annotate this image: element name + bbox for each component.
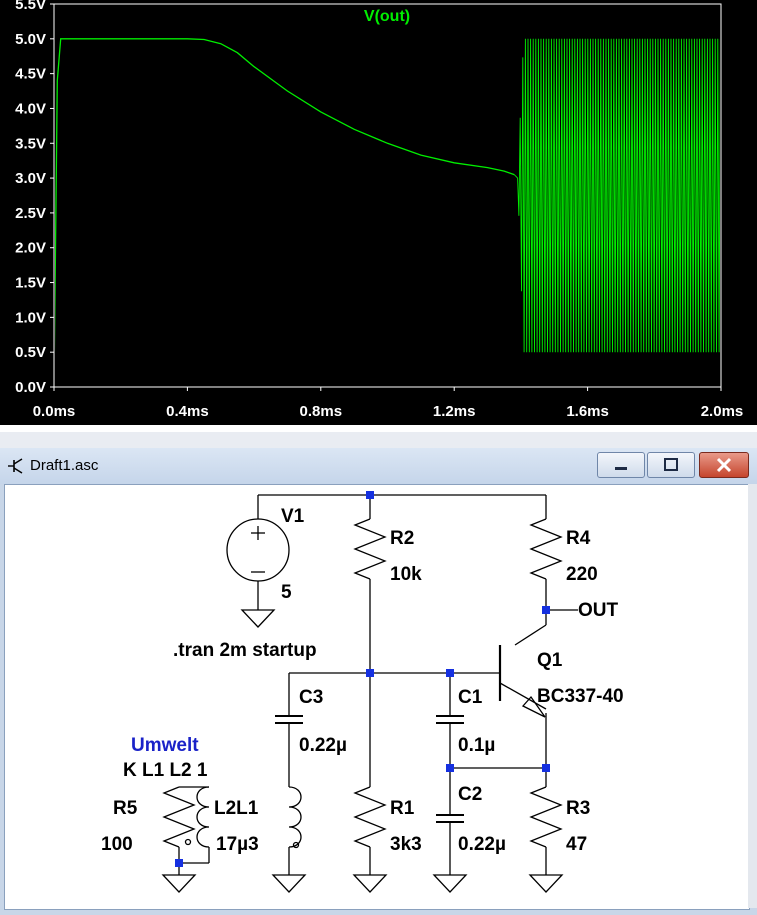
y-tick-label: 4.0V bbox=[15, 100, 46, 117]
y-tick-label: 2.0V bbox=[15, 240, 46, 257]
schematic-canvas[interactable]: V1 5 R2 10k R4 220 OUT .tran 2m startup … bbox=[4, 484, 750, 910]
y-tick-label: 3.0V bbox=[15, 170, 46, 187]
schematic-window: Draft1.asc V1 5 R2 10k R4 220 OUT .tran … bbox=[0, 448, 757, 915]
v1-value[interactable]: 5 bbox=[281, 582, 292, 603]
r1-value[interactable]: 3k3 bbox=[390, 834, 422, 855]
y-tick-label: 5.0V bbox=[15, 31, 46, 48]
x-tick-label: 1.2ms bbox=[433, 403, 476, 420]
inductor-l2[interactable] bbox=[184, 786, 210, 863]
c2-name[interactable]: C2 bbox=[458, 784, 482, 805]
resistor-r1[interactable] bbox=[352, 673, 388, 893]
out-net-label[interactable]: OUT bbox=[578, 600, 619, 621]
x-tick-label: 1.6ms bbox=[566, 403, 609, 420]
r5-name[interactable]: R5 bbox=[113, 798, 138, 819]
c3-name[interactable]: C3 bbox=[299, 687, 323, 708]
schematic-drawing[interactable]: V1 5 R2 10k R4 220 OUT .tran 2m startup … bbox=[5, 485, 749, 909]
x-tick-label: 0.4ms bbox=[166, 403, 209, 420]
v1-name[interactable]: V1 bbox=[281, 506, 305, 527]
umwelt-label[interactable]: Umwelt bbox=[131, 735, 199, 756]
y-tick-label: 3.5V bbox=[15, 135, 46, 152]
maximize-button[interactable] bbox=[647, 452, 695, 478]
c1-name[interactable]: C1 bbox=[458, 687, 483, 708]
r4-name[interactable]: R4 bbox=[566, 528, 591, 549]
tran-directive[interactable]: .tran 2m startup bbox=[173, 640, 317, 661]
q1-value[interactable]: BC337-40 bbox=[537, 686, 624, 707]
c3-value[interactable]: 0.22µ bbox=[299, 735, 347, 756]
r4-value[interactable]: 220 bbox=[566, 564, 598, 585]
trace-title[interactable]: V(out) bbox=[364, 8, 410, 25]
inductor-l1[interactable] bbox=[271, 786, 307, 893]
title-bar[interactable]: Draft1.asc bbox=[0, 448, 757, 484]
r2-value[interactable]: 10k bbox=[390, 564, 422, 585]
resistor-r2[interactable] bbox=[353, 495, 387, 673]
r3-value[interactable]: 47 bbox=[566, 834, 587, 855]
x-tick-label: 0.8ms bbox=[300, 403, 343, 420]
transistor-icon bbox=[8, 458, 23, 474]
coupling-directive[interactable]: K L1 L2 1 bbox=[123, 760, 208, 781]
y-tick-label: 0.5V bbox=[15, 344, 46, 361]
q1-name[interactable]: Q1 bbox=[537, 650, 563, 671]
c2-value[interactable]: 0.22µ bbox=[458, 834, 506, 855]
y-tick-label: 4.5V bbox=[15, 66, 46, 83]
l2l1-name[interactable]: L2L1 bbox=[214, 798, 259, 819]
x-tick-label: 0.0ms bbox=[33, 403, 76, 420]
y-tick-label: 2.5V bbox=[15, 205, 46, 222]
vertical-scrollbar[interactable] bbox=[748, 484, 757, 908]
resistor-r3[interactable] bbox=[528, 768, 564, 893]
close-icon bbox=[716, 457, 732, 473]
y-tick-label: 1.0V bbox=[15, 309, 46, 326]
c1-value[interactable]: 0.1µ bbox=[458, 735, 495, 756]
minimize-icon bbox=[615, 467, 627, 470]
minimize-button[interactable] bbox=[597, 452, 645, 478]
window-title: Draft1.asc bbox=[30, 457, 99, 474]
r2-name[interactable]: R2 bbox=[390, 528, 414, 549]
waveform-chart[interactable]: V(out) 0.0V 0.5V 1.0V 1.5V 2.0V 2.5V 3.0V 3.5V 4… bbox=[0, 0, 757, 432]
close-button[interactable] bbox=[699, 452, 749, 478]
waveform-pane[interactable]: V(out) 0.0V 0.5V 1.0V 1.5V 2.0V 2.5V 3.0V 3.5V 4… bbox=[0, 0, 757, 432]
maximize-icon bbox=[664, 458, 678, 471]
resistor-r5[interactable] bbox=[161, 786, 209, 893]
r5-value[interactable]: 100 bbox=[101, 834, 133, 855]
r1-name[interactable]: R1 bbox=[390, 798, 415, 819]
r3-name[interactable]: R3 bbox=[566, 798, 590, 819]
x-tick-label: 2.0ms bbox=[701, 403, 744, 420]
y-tick-label: 0.0V bbox=[15, 379, 46, 396]
y-tick-label: 1.5V bbox=[15, 275, 46, 292]
l-value[interactable]: 17µ3 bbox=[216, 834, 259, 855]
y-tick-label: 5.5V bbox=[15, 0, 46, 13]
